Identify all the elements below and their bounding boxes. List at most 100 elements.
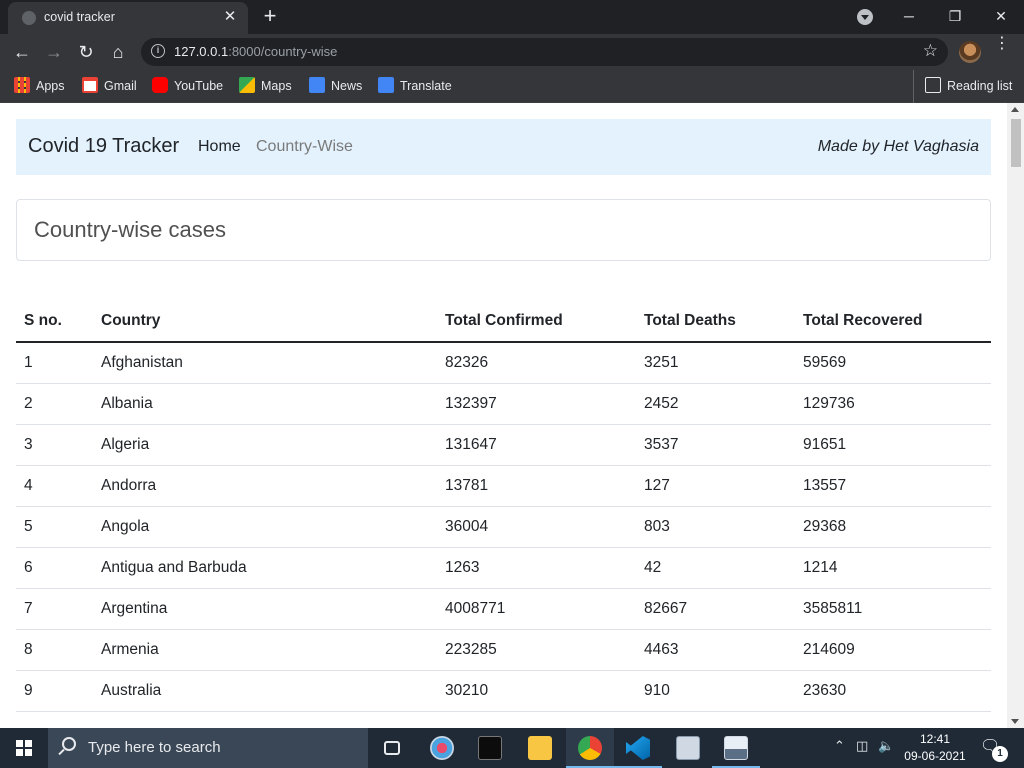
deaths-cell: 82667	[636, 588, 795, 630]
chrome-icon[interactable]	[566, 728, 614, 768]
reload-icon[interactable]: ↻	[74, 40, 98, 64]
country-cell: Armenia	[93, 629, 437, 671]
country-cases-table: S no. Country Total Confirmed Total Deat…	[16, 301, 991, 712]
country-cell: Andorra	[93, 465, 437, 507]
tab-close-icon[interactable]: ✕	[220, 7, 240, 27]
serial-number-cell: 1	[16, 342, 93, 384]
confirmed-cell: 223285	[437, 629, 636, 671]
windows-taskbar: Type here to search ⌃ ◫ 🔈 12:41 09-06-20…	[0, 728, 1024, 768]
table-row: 8 Armenia 223285 4463 214609	[16, 629, 991, 671]
deaths-cell: 4463	[636, 629, 795, 671]
made-by-text: Made by Het Vaghasia	[817, 138, 979, 155]
nav-link-country-wise[interactable]: Country-Wise	[256, 138, 353, 156]
table-header-row: S no. Country Total Confirmed Total Deat…	[16, 301, 991, 343]
confirmed-cell: 36004	[437, 506, 636, 548]
table-row: 4 Andorra 13781 127 13557	[16, 465, 991, 507]
profile-avatar[interactable]	[959, 41, 981, 63]
notification-center-icon[interactable]: 🗨 1	[980, 736, 1008, 762]
bookmark-label: News	[331, 79, 363, 93]
volume-icon[interactable]: 🔈	[878, 738, 894, 754]
country-cell: Algeria	[93, 424, 437, 466]
maps-icon	[239, 77, 255, 93]
bookmark-youtube[interactable]: YouTube	[152, 77, 223, 95]
deaths-cell: 2452	[636, 383, 795, 425]
serial-number-cell: 9	[16, 670, 93, 712]
recovered-cell: 3585811	[795, 588, 991, 630]
scroll-up-icon[interactable]	[1011, 107, 1019, 112]
bookmark-maps[interactable]: Maps	[239, 77, 292, 95]
page-scrollbar[interactable]	[1007, 103, 1024, 728]
reading-list-label: Reading list	[947, 79, 1013, 93]
menu-kebab-icon[interactable]: ⋮	[994, 36, 1010, 52]
deaths-cell: 3251	[636, 342, 795, 384]
deaths-cell: 803	[636, 506, 795, 548]
country-cell: Australia	[93, 670, 437, 712]
address-bar[interactable]: i 127.0.0.1:8000/country-wise ☆	[141, 38, 948, 66]
globe-icon	[22, 11, 36, 25]
task-view-icon[interactable]	[368, 728, 416, 768]
confirmed-cell: 132397	[437, 383, 636, 425]
network-icon[interactable]: ◫	[856, 738, 868, 754]
taskbar-search[interactable]: Type here to search	[48, 728, 368, 768]
bookmark-translate[interactable]: Translate	[378, 77, 452, 95]
notification-badge: 1	[992, 746, 1008, 762]
scroll-down-icon[interactable]	[1011, 719, 1019, 724]
photos-icon[interactable]	[712, 728, 760, 768]
serial-number-cell: 4	[16, 465, 93, 507]
apps-grid-icon	[14, 77, 30, 93]
windows-logo-icon	[16, 740, 32, 756]
start-button[interactable]	[0, 728, 48, 768]
translate-icon	[378, 77, 394, 93]
recovered-cell: 129736	[795, 383, 991, 425]
tab-strip: covid tracker ✕ + ─ ❐ ✕	[0, 0, 1024, 34]
browser-tab[interactable]: covid tracker ✕	[8, 2, 248, 34]
page-content: Covid 19 Tracker Home Country-Wise Made …	[0, 103, 1024, 728]
column-header: Total Recovered	[795, 301, 991, 343]
file-explorer-icon[interactable]	[516, 728, 564, 768]
system-clock[interactable]: 12:41 09-06-2021	[900, 731, 970, 765]
page-heading-card: Country-wise cases	[16, 199, 991, 261]
recovered-cell: 59569	[795, 342, 991, 384]
serial-number-cell: 3	[16, 424, 93, 466]
home-icon[interactable]: ⌂	[106, 40, 130, 64]
new-tab-button[interactable]: +	[258, 5, 282, 29]
deaths-cell: 910	[636, 670, 795, 712]
bookmark-label: Translate	[400, 79, 452, 93]
clock-date: 09-06-2021	[904, 749, 966, 763]
close-window-button[interactable]: ✕	[978, 4, 1024, 28]
recovered-cell: 13557	[795, 465, 991, 507]
country-cell: Angola	[93, 506, 437, 548]
task-manager-icon[interactable]	[664, 728, 712, 768]
tray-chevron-icon[interactable]: ⌃	[834, 738, 845, 754]
bookmark-apps[interactable]: Apps	[14, 77, 65, 95]
info-icon[interactable]: i	[151, 44, 165, 58]
reading-list-button[interactable]: Reading list	[925, 77, 1012, 95]
scrollbar-thumb[interactable]	[1011, 119, 1021, 167]
browser-chrome: covid tracker ✕ + ─ ❐ ✕ ← → ↻ ⌂ i 127.0.…	[0, 0, 1024, 103]
bookmark-label: Maps	[261, 79, 292, 93]
table-row: 3 Algeria 131647 3537 91651	[16, 424, 991, 466]
url-text[interactable]: 127.0.0.1:8000/country-wise	[174, 44, 337, 59]
bookmark-star-icon[interactable]: ☆	[923, 41, 938, 61]
minimize-button[interactable]: ─	[886, 4, 932, 28]
navbar-brand[interactable]: Covid 19 Tracker	[28, 135, 179, 158]
restore-button[interactable]: ❐	[932, 4, 978, 28]
forward-arrow-icon[interactable]: →	[42, 40, 66, 64]
vscode-icon[interactable]	[614, 728, 662, 768]
search-icon	[62, 737, 76, 751]
table-row: 9 Australia 30210 910 23630	[16, 670, 991, 712]
tab-search-icon[interactable]	[857, 9, 873, 25]
back-arrow-icon[interactable]: ←	[10, 40, 34, 64]
country-cell: Antigua and Barbuda	[93, 547, 437, 589]
bookmark-gmail[interactable]: Gmail	[82, 77, 137, 95]
serial-number-cell: 7	[16, 588, 93, 630]
country-cell: Albania	[93, 383, 437, 425]
bookmark-news[interactable]: News	[309, 77, 362, 95]
confirmed-cell: 131647	[437, 424, 636, 466]
paint-app-icon[interactable]	[418, 728, 466, 768]
bookmark-label: YouTube	[174, 79, 224, 93]
table-row: 1 Afghanistan 82326 3251 59569	[16, 342, 991, 384]
confirmed-cell: 4008771	[437, 588, 636, 630]
nav-link-home[interactable]: Home	[198, 138, 241, 156]
terminal-icon[interactable]	[466, 728, 514, 768]
